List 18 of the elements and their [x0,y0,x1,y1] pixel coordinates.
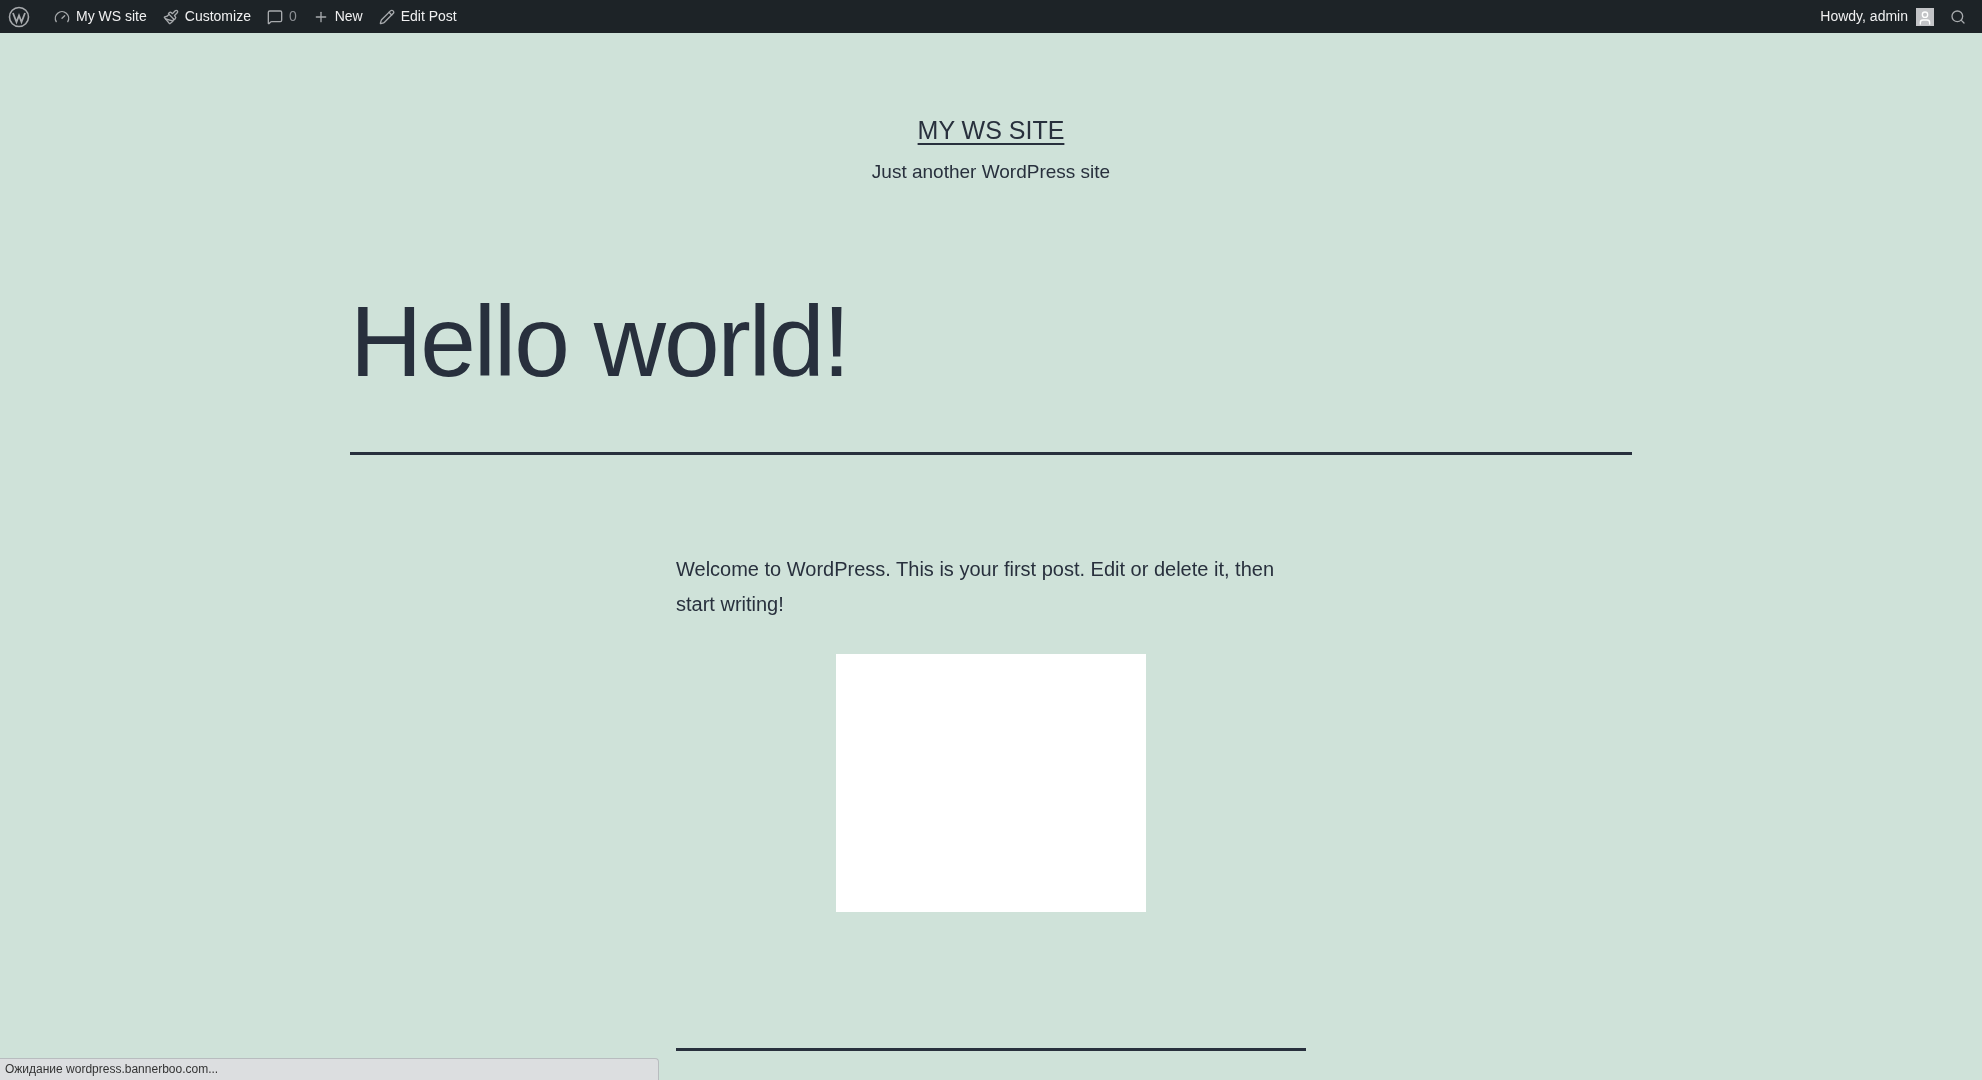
avatar-icon [1916,7,1934,26]
admin-bar-link[interactable]: New [304,0,371,33]
search-icon[interactable] [1950,8,1966,25]
paintbrush-icon [162,8,179,25]
pencil-icon [378,8,395,25]
account-link[interactable]: Howdy, admin [1812,6,1942,27]
speech-bubble-icon [266,8,283,25]
wordpress-logo-icon[interactable] [8,5,30,28]
comments-link[interactable]: 0 [258,0,305,33]
status-bar: Ожидание wordpress.bannerboo.com... [0,1058,659,1080]
site-title-link[interactable]: MY WS SITE [917,112,1065,150]
site-tagline: Just another WordPress site [871,159,1111,184]
admin-bar-link[interactable]: Edit Post [370,0,465,33]
post-paragraph: Welcome to WordPress. This is your first post. Edit or delete it, then start writing! [676,557,1276,617]
admin-bar-link[interactable]: Customize [154,0,259,33]
admin-bar-link[interactable]: My WS site [46,0,155,33]
post-title: Hello world! [350,286,850,396]
gauge-icon [54,8,70,25]
